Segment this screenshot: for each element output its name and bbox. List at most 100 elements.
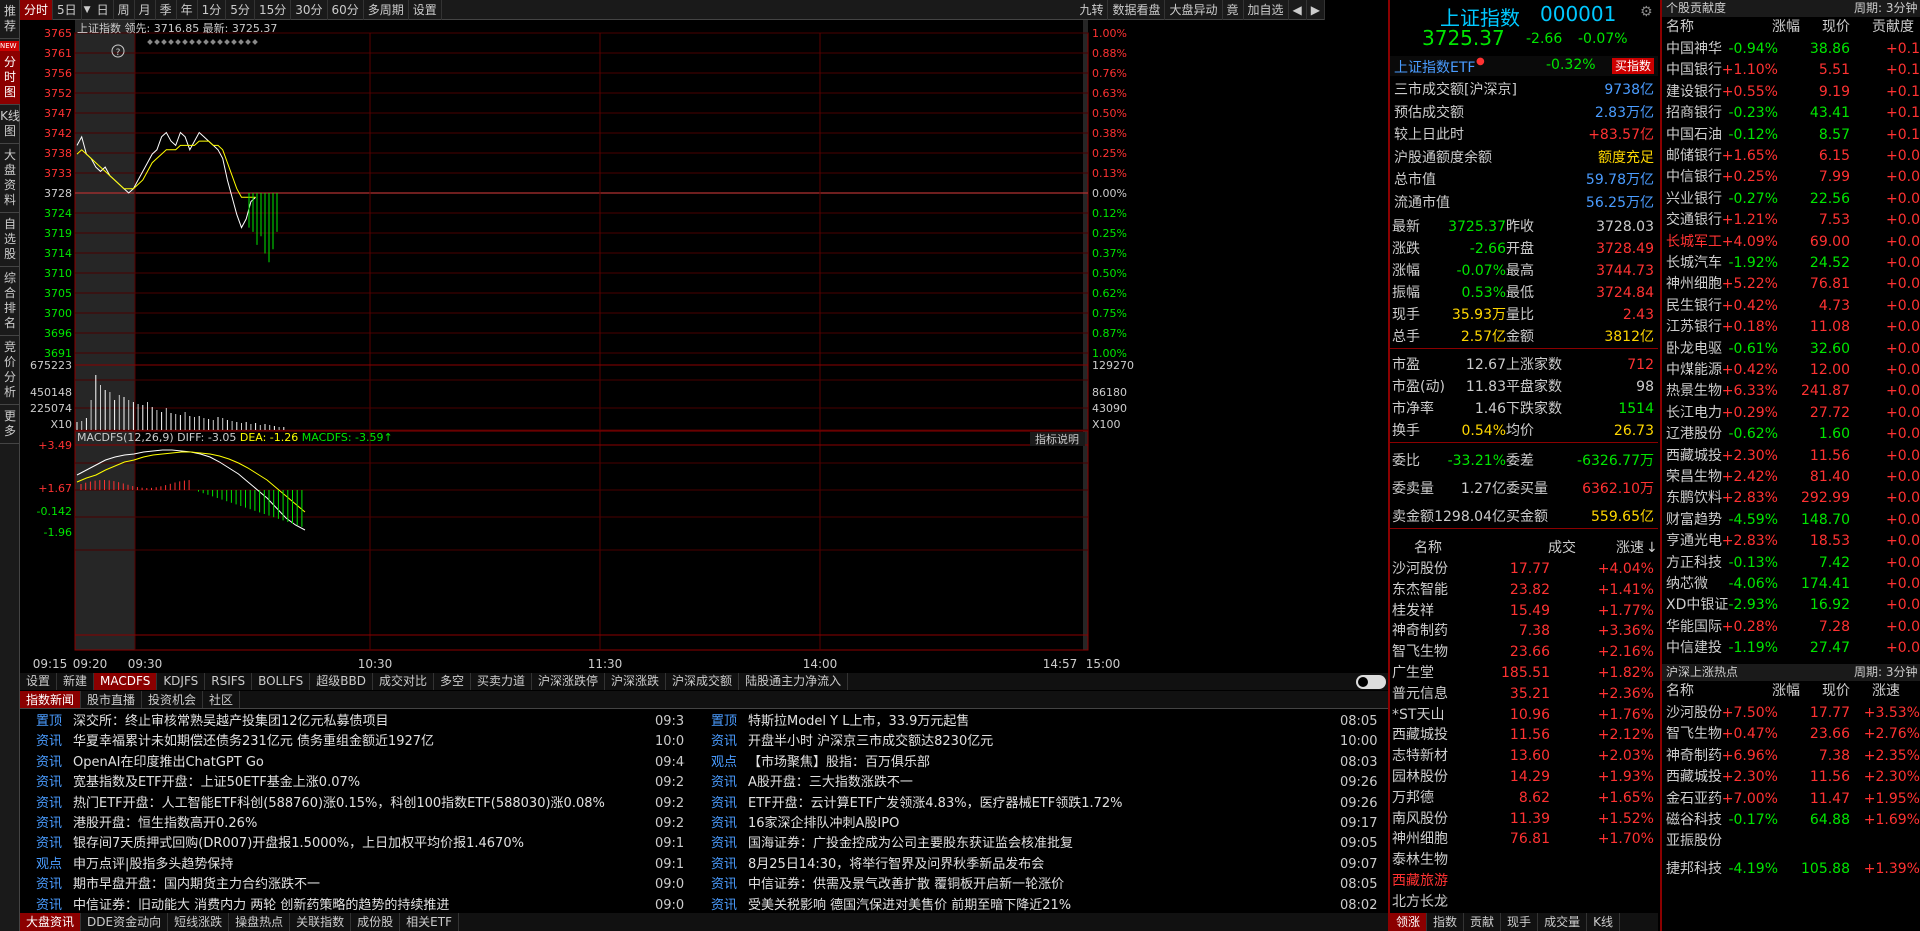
hot-col-header[interactable]: 涨幅 (1772, 681, 1800, 702)
news-item[interactable]: 资讯 银存间7天质押式回购(DR007)开盘报1.5000%，上日加权平均价报1.… (25, 834, 685, 854)
contrib-row[interactable]: 方正科技 -0.13% 7.42 +0.0 (1662, 553, 1920, 574)
rising-stock-row[interactable]: 万邦德 8.62 +1.65% (1392, 788, 1656, 809)
contrib-row[interactable]: 长城汽车 -1.92% 24.52 +0.0 (1662, 253, 1920, 274)
sort-down-icon[interactable]: ↓ (1646, 539, 1658, 558)
news-item[interactable]: 观点 【市场聚焦】股指：百万俱乐部 08:03 (700, 753, 1380, 773)
bottom-tab[interactable]: 大盘资讯 (20, 913, 82, 931)
indicator-tab[interactable]: 设置 (20, 673, 58, 690)
indicator-tab[interactable]: 新建 (57, 673, 95, 690)
indicator-tab[interactable]: 沪深成交额 (666, 673, 740, 690)
news-item[interactable]: 资讯 受美关税影响 德国汽保进对美售价 前期至暗下降近21% 08:02 (700, 896, 1380, 912)
contrib-row[interactable]: 荣昌生物 +2.42% 81.40 +0.0 (1662, 467, 1920, 488)
contrib-row[interactable]: 东鹏饮料 +2.83% 292.99 +0.0 (1662, 488, 1920, 509)
news-item[interactable]: 资讯 ETF开盘：云计算ETF广发领涨4.83%，医疗器械ETF领跌1.72% 09… (700, 794, 1380, 814)
hot-row[interactable]: 沙河股份 +7.50% 17.77 +3.53% (1662, 703, 1920, 724)
period-tab[interactable]: 15分 (255, 0, 292, 20)
period-tab[interactable]: 日 (93, 0, 114, 20)
rising-stock-row[interactable]: 北方长龙 (1392, 892, 1656, 913)
period-tab[interactable]: 5分 (226, 0, 255, 20)
bottom-tab[interactable]: DDE资金动向 (81, 913, 169, 931)
news-item[interactable]: 置顶 特斯拉Model Y L上市，33.9万元起售 08:05 (700, 712, 1380, 732)
contrib-row[interactable]: 中信建投 -1.19% 27.47 +0.0 (1662, 638, 1920, 659)
indicator-tab[interactable]: 沪深涨跌停 (532, 673, 606, 690)
period-tab[interactable]: 月 (135, 0, 156, 20)
period-tab[interactable]: 60分 (328, 0, 364, 20)
news-item[interactable]: 观点申万点评|股指多头趋势保持 09:13 (25, 855, 685, 875)
contrib-col-header[interactable]: 名称 (1666, 17, 1694, 38)
contrib-row[interactable]: 中煤能源 +0.42% 12.00 +0.0 (1662, 360, 1920, 381)
period-tab[interactable]: 周 (114, 0, 135, 20)
hot-row[interactable]: 西藏城投 +2.30% 11.56 +2.30% (1662, 767, 1920, 788)
left-nav-item[interactable]: 竞价分析 (0, 336, 20, 405)
left-nav-item[interactable]: 分时图 (0, 51, 20, 105)
toolbar-right-item[interactable]: 竟 (1223, 0, 1244, 20)
contrib-row[interactable]: 建设银行 +0.55% 9.19 +0.1 (1662, 82, 1920, 103)
quote-bottom-tab[interactable]: 贡献 (1464, 913, 1502, 931)
quote-bottom-tab[interactable]: 指数 (1427, 913, 1465, 931)
contrib-row[interactable]: 长城军工 +4.09% 69.00 +0.0 (1662, 232, 1920, 253)
contrib-row[interactable]: 交通银行 +1.21% 7.53 +0.0 (1662, 210, 1920, 231)
toolbar-right-item[interactable]: 大盘异动 (1165, 0, 1223, 20)
hot-row[interactable]: 磁谷科技 -0.17% 64.88 +1.69% (1662, 810, 1920, 831)
period-tab[interactable]: 季 (156, 0, 177, 20)
indicator-tab[interactable]: 沪深涨跌 (605, 673, 667, 690)
hot-row[interactable]: 金石亚药 +7.00% 11.47 +1.95% (1662, 789, 1920, 810)
bottom-tab[interactable]: 成份股 (351, 913, 401, 931)
news-item[interactable]: 资讯 A股开盘：三大指数涨跌不一 09:26 (700, 773, 1380, 793)
contrib-row[interactable]: 纳芯微 -4.06% 174.41 +0.0 (1662, 574, 1920, 595)
contrib-row[interactable]: 长江电力 +0.29% 27.72 +0.0 (1662, 403, 1920, 424)
contrib-row[interactable]: 神州细胞 +5.22% 76.81 +0.0 (1662, 274, 1920, 295)
contrib-row[interactable]: 中国银行 +1.10% 5.51 +0.1 (1662, 60, 1920, 81)
news-item[interactable]: 资讯华夏幸福累计未如期偿还债务231亿元 债务重组金额近1927亿 10:01 (25, 732, 685, 752)
left-nav-item[interactable]: 自选股 (0, 213, 20, 267)
quote-bottom-tab[interactable]: K线 (1587, 913, 1620, 931)
contrib-row[interactable]: 民生银行 +0.42% 4.73 +0.0 (1662, 296, 1920, 317)
indicator-tab[interactable]: KDJFS (157, 673, 206, 690)
news-item[interactable]: 资讯港股开盘：恒生指数高开0.26% 09:20 (25, 814, 685, 834)
news-item[interactable]: 资讯 国海证券：广投金控成为公司主要股东获证监会核准批复 09:05 (700, 834, 1380, 854)
left-nav-item[interactable]: 大盘资料 (0, 144, 20, 213)
news-item[interactable]: 资讯 开盘半小时 沪深京三市成交额达8230亿元 10:00 (700, 732, 1380, 752)
news-item[interactable]: 资讯期市早盘开盘：国内期货主力合约涨跌不一 09:00 (25, 875, 685, 895)
news-tab[interactable]: 指数新闻 (20, 691, 82, 708)
news-item[interactable]: 资讯 热门ETF开盘：人工智能ETF科创(588760)涨0.15%，科创100指… (25, 794, 685, 814)
contrib-row[interactable]: 卧龙电驱 -0.61% 32.60 +0.0 (1662, 339, 1920, 360)
contrib-row[interactable]: 亨通光电 +2.83% 18.53 +0.0 (1662, 531, 1920, 552)
contrib-col-header[interactable]: 涨幅 (1772, 17, 1800, 38)
news-item[interactable]: 资讯 中信证券：供需及景气改善扩散 覆铜板开启新一轮涨价 08:05 (700, 875, 1380, 895)
hot-col-header[interactable]: 涨速 (1872, 681, 1900, 702)
hot-row[interactable]: 捷邦科技 -4.19% 105.88 +1.39% (1662, 859, 1920, 880)
news-tab[interactable]: 社区 (203, 691, 241, 708)
rising-stock-row[interactable]: 东杰智能 23.82 +1.41% (1392, 580, 1656, 601)
bottom-tab[interactable]: 操盘热点 (229, 913, 291, 931)
contrib-row[interactable]: 辽港股份 -0.62% 1.60 +0.0 (1662, 424, 1920, 445)
hot-col-header[interactable]: 名称 (1666, 681, 1694, 702)
contrib-row[interactable]: 兴业银行 -0.27% 22.56 +0.0 (1662, 189, 1920, 210)
news-item[interactable]: 资讯宽基指数及ETF开盘：上证50ETF基金上涨0.07% 09:26 (25, 773, 685, 793)
rising-stock-row[interactable]: 志特新材 13.60 +2.03% (1392, 746, 1656, 767)
indicator-tab[interactable]: 成交对比 (373, 673, 434, 690)
contrib-row[interactable]: 中信银行 +0.25% 7.99 +0.0 (1662, 167, 1920, 188)
period-tab[interactable]: 年 (177, 0, 198, 20)
news-item[interactable]: 资讯中信证券：旧动能大 消费内力 两轮 创新药策略的趋势的持续推进 09:00 (25, 896, 685, 912)
rising-stock-row[interactable]: 南风股份 11.39 +1.52% (1392, 809, 1656, 830)
left-nav-item[interactable]: 更多 (0, 405, 20, 444)
news-item[interactable]: 资讯 8月25日14:30，将举行智界及问界秋季新品发布会 09:07 (700, 855, 1380, 875)
arrow-left-icon[interactable]: ◀ (1289, 0, 1307, 20)
indicator-tab[interactable]: MACDFS (94, 673, 158, 690)
period-tab[interactable]: 多周期 (364, 0, 409, 20)
hot-col-header[interactable]: 现价 (1822, 681, 1850, 702)
arrow-right-icon[interactable]: ▶ (1307, 0, 1325, 20)
toolbar-right-item[interactable]: 数据看盘 (1108, 0, 1166, 20)
bottom-tab[interactable]: 短线涨跌 (168, 913, 230, 931)
rising-stock-row[interactable]: 智飞生物 23.66 +2.16% (1392, 642, 1656, 663)
rising-stock-row[interactable]: 广生堂 185.51 +1.82% (1392, 663, 1656, 684)
rising-stock-row[interactable]: 神州细胞 76.81 +1.70% (1392, 829, 1656, 850)
rising-stock-row[interactable]: 西藏城投 11.56 +2.12% (1392, 725, 1656, 746)
period-tab[interactable]: 5日 (53, 0, 82, 20)
contrib-row[interactable]: 财富趋势 -4.59% 148.70 +0.0 (1662, 510, 1920, 531)
period-tab[interactable]: 30分 (291, 0, 328, 20)
contrib-row[interactable]: 招商银行 -0.23% 43.41 +0.1 (1662, 103, 1920, 124)
news-item[interactable]: 置顶深交所：终止审核常熟吴越产投集团12亿元私募债项目 09:38 (25, 712, 685, 732)
rising-stock-row[interactable]: 桂发祥 15.49 +1.77% (1392, 601, 1656, 622)
